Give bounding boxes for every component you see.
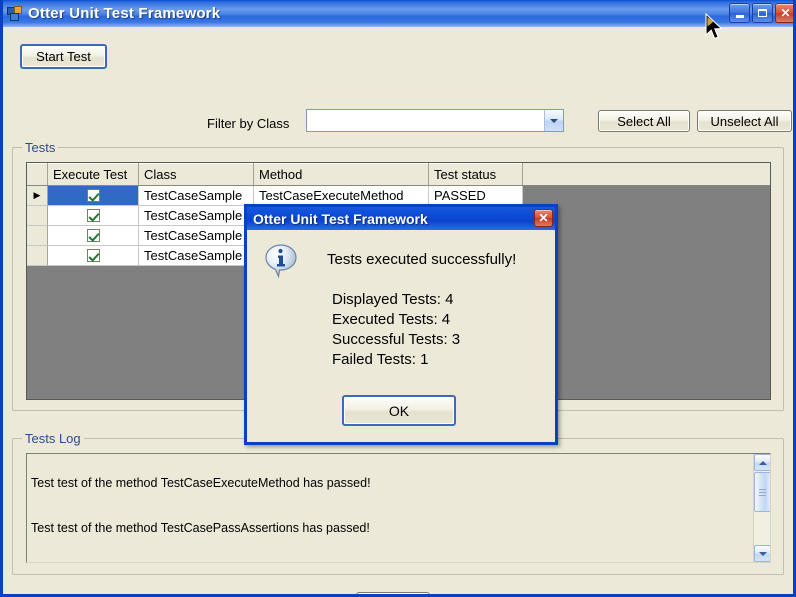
minimize-button[interactable] [729, 3, 750, 23]
unselect-all-label: Unselect All [710, 113, 779, 129]
status-cell[interactable]: PASSED [429, 186, 523, 206]
close-window-button[interactable]: ✕ [775, 3, 793, 23]
dialog-stats: Displayed Tests: 4 Executed Tests: 4 Suc… [332, 291, 461, 368]
tests-log-groupbox-label: Tests Log [22, 431, 84, 446]
maximize-button[interactable] [752, 3, 773, 23]
start-test-label: Start Test [36, 49, 91, 64]
chevron-down-icon[interactable] [544, 110, 563, 131]
dialog-close-button[interactable]: ✕ [534, 209, 553, 227]
execute-test-checkbox-cell[interactable] [48, 246, 139, 266]
class-cell[interactable]: TestCaseSample [139, 186, 254, 206]
current-row-marker-icon: ▶ [33, 190, 41, 200]
close-icon: ✕ [780, 6, 791, 20]
info-icon [265, 244, 299, 279]
checkbox-checked-icon[interactable] [86, 189, 100, 202]
column-header-rowselector [27, 163, 48, 185]
message-dialog: Otter Unit Test Framework ✕ Tests execut… [244, 204, 558, 445]
method-cell[interactable]: TestCaseExecuteMethod [254, 186, 429, 206]
window-title: Otter Unit Test Framework [28, 5, 221, 22]
scrollbar-thumb[interactable] [754, 472, 770, 512]
tests-groupbox-label: Tests [22, 140, 59, 155]
row-selector-cell[interactable]: ▶ [27, 186, 48, 206]
scroll-down-button[interactable] [754, 545, 770, 562]
class-cell[interactable]: TestCaseSample [139, 226, 254, 246]
tests-log-groupbox: Tests Log Test test of the method TestCa… [12, 431, 784, 575]
column-header-execute-test[interactable]: Execute Test [48, 163, 139, 185]
datagrid-header-row: Execute Test Class Method Test status [27, 163, 770, 186]
checkbox-checked-icon[interactable] [86, 249, 100, 262]
column-header-class[interactable]: Class [139, 163, 254, 185]
chevron-up-icon [758, 460, 767, 465]
chevron-down-icon [758, 551, 767, 556]
dialog-ok-button[interactable]: OK [342, 395, 456, 426]
checkbox-checked-icon[interactable] [86, 209, 100, 222]
dialog-title: Otter Unit Test Framework [253, 210, 428, 227]
minimize-icon [735, 14, 744, 18]
filter-by-class-combobox[interactable] [306, 109, 564, 132]
app-icon [7, 5, 23, 22]
tests-log-scrollbar[interactable] [753, 454, 770, 562]
execute-test-checkbox-cell[interactable] [48, 206, 139, 226]
class-cell[interactable]: TestCaseSample [139, 246, 254, 266]
column-header-test-status[interactable]: Test status [429, 163, 523, 185]
class-cell[interactable]: TestCaseSample [139, 206, 254, 226]
select-all-button[interactable]: Select All [598, 110, 690, 132]
dialog-titlebar: Otter Unit Test Framework ✕ [247, 207, 555, 230]
execute-test-checkbox-cell[interactable] [48, 226, 139, 246]
dialog-message: Tests executed successfully! [327, 251, 517, 268]
row-selector-cell[interactable] [27, 226, 48, 246]
maximize-icon [758, 9, 767, 17]
table-row[interactable]: ▶ TestCaseSample TestCaseExecuteMethod PASS… [27, 186, 770, 206]
tests-log-textbox[interactable]: Test test of the method TestCaseExecuteM… [26, 453, 771, 563]
select-all-label: Select All [617, 113, 671, 129]
row-selector-cell[interactable] [27, 206, 48, 226]
dialog-ok-label: OK [388, 402, 410, 419]
execute-test-checkbox-cell[interactable] [48, 186, 139, 206]
window-titlebar: Otter Unit Test Framework ✕ [3, 0, 793, 27]
column-header-method[interactable]: Method [254, 163, 429, 185]
scroll-up-button[interactable] [754, 454, 770, 471]
grip-icon [759, 488, 766, 496]
unselect-all-button[interactable]: Unselect All [697, 110, 792, 132]
main-window: Otter Unit Test Framework ✕ Start Test F… [0, 0, 796, 597]
filter-by-class-label: Filter by Class [207, 116, 290, 131]
close-icon: ✕ [538, 211, 549, 225]
checkbox-checked-icon[interactable] [86, 229, 100, 242]
window-controls: ✕ [729, 3, 793, 23]
tests-log-text: Test test of the method TestCaseExecuteM… [31, 476, 371, 535]
start-test-button[interactable]: Start Test [20, 44, 107, 69]
close-button[interactable]: Close [356, 592, 430, 594]
row-selector-cell[interactable] [27, 246, 48, 266]
